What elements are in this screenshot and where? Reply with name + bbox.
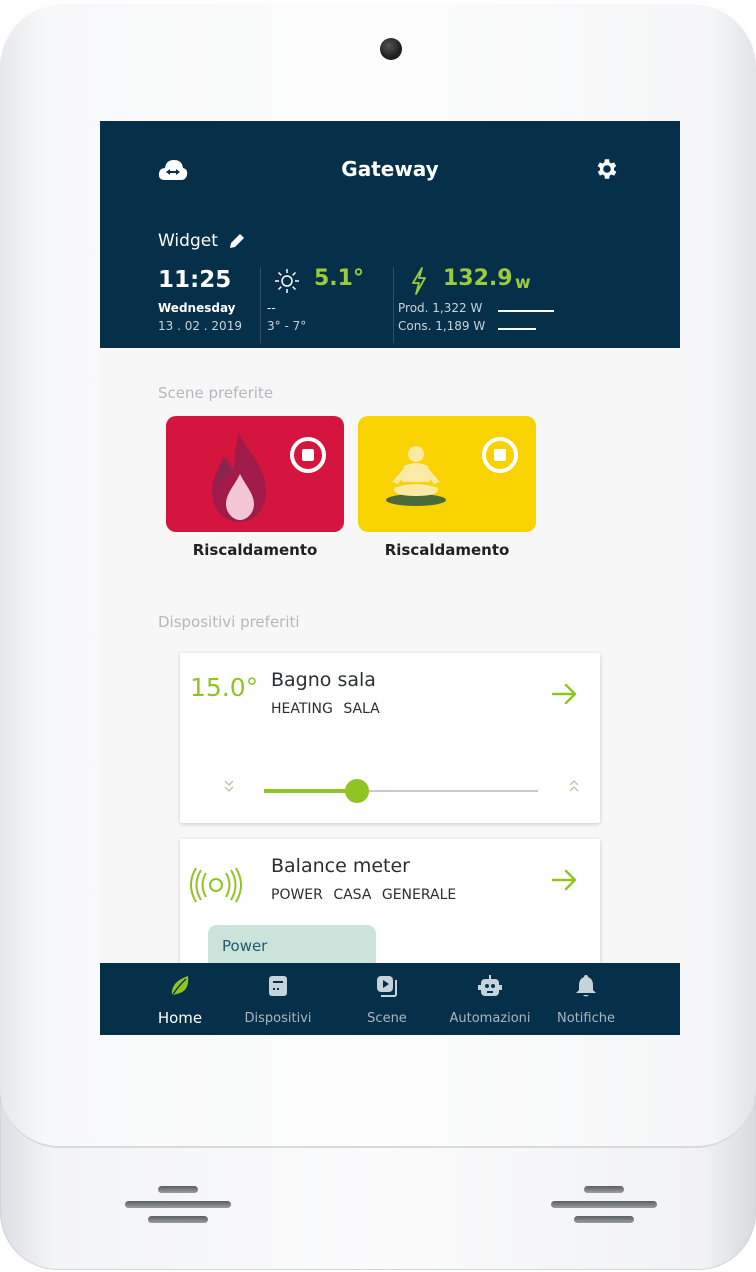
bottom-navbar: Home Dispositivi Scene Automazioni Notif… [100,963,680,1035]
nav-label: Scene [367,1011,407,1026]
consumption-value: Cons. 1,189 W [398,319,486,333]
nav-label: Dispositivi [244,1011,312,1026]
power-unit: w [515,273,531,293]
power-chip-label: Power [222,937,268,955]
speaker-grille-right [550,1186,658,1231]
device-icon [269,976,287,996]
clock-day: Wednesday [158,301,236,315]
flame-drop-icon [212,432,266,522]
pencil-icon[interactable] [228,232,246,250]
device-tags: HEATING SALA [271,701,380,717]
widget-label: Widget [158,231,218,251]
slider-fill [264,789,358,793]
favorite-scenes-label: Scene preferite [158,384,274,402]
consumption-bar [498,328,536,330]
outdoor-temperature: 5.1° [314,266,364,291]
nav-notifiche[interactable]: Notifiche [531,963,641,1035]
bell-icon [576,975,596,997]
nav-dispositivi[interactable]: Dispositivi [223,963,333,1035]
weather-condition: -- [267,301,276,315]
nav-scene[interactable]: Scene [332,963,442,1035]
production-value: Prod. 1,322 W [398,301,483,315]
chevron-double-up-icon[interactable] [568,779,580,793]
camera-lens [380,38,402,60]
device-name: Balance meter [271,855,410,877]
stop-scene-icon[interactable] [288,435,328,475]
nav-label: Home [157,1009,203,1027]
scene-card[interactable] [166,416,344,532]
page-title: Gateway [341,157,439,181]
temperature-range: 3° - 7° [267,319,307,333]
production-bar [498,310,554,312]
scene-name: Riscaldamento [384,541,510,559]
favorite-devices-label: Dispositivi preferiti [158,613,300,631]
arrow-right-icon[interactable] [552,683,578,705]
nav-label: Automazioni [449,1011,531,1026]
speaker-grille-left [124,1186,232,1231]
clock-time: 11:25 [158,267,232,293]
robot-icon [478,975,502,996]
divider [393,267,394,343]
meditation-icon [386,446,446,506]
device-name: Bagno sala [271,669,376,691]
scene-name: Riscaldamento [192,541,318,559]
nav-label: Notifiche [557,1011,615,1026]
chevron-double-down-icon[interactable] [223,779,235,793]
signal-icon [190,867,242,903]
leaf-icon [171,976,189,997]
header: Gateway Widget 11:25 Wednesday 13 . 02 .… [100,121,680,348]
scene-icon [377,976,397,997]
power-value: 132.9 [443,266,513,291]
divider [260,267,261,343]
lightning-icon [412,267,426,295]
screen: Gateway Widget 11:25 Wednesday 13 . 02 .… [100,121,680,1035]
gear-icon[interactable] [594,156,620,182]
arrow-right-icon[interactable] [552,869,578,891]
nav-home[interactable]: Home [125,963,235,1035]
device-card-bagno-sala[interactable]: 15.0° Bagno sala HEATING SALA [180,653,600,823]
scene-card[interactable] [358,416,536,532]
device-temperature: 15.0° [190,673,259,702]
stop-scene-icon[interactable] [480,435,520,475]
device-tags: POWER CASA GENERALE [271,887,457,903]
nav-automazioni[interactable]: Automazioni [435,963,545,1035]
sun-icon [275,269,299,293]
slider-knob[interactable] [345,779,370,803]
temperature-slider[interactable] [264,779,538,803]
clock-date: 13 . 02 . 2019 [158,319,242,333]
